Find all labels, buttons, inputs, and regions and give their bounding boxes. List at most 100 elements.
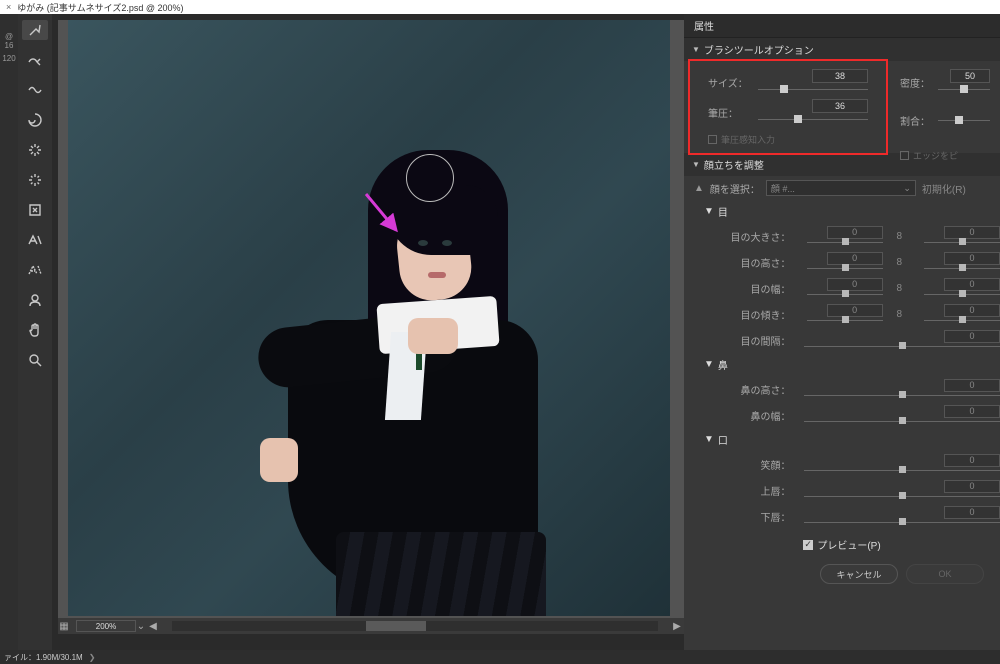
brush-options-title: ブラシツールオプション	[704, 42, 814, 57]
warning-icon: ▲	[694, 183, 704, 194]
eye-width-label: 目の幅：	[724, 281, 799, 296]
dialog-buttons: キャンセル OK	[684, 560, 1000, 596]
eye-width-right-slider[interactable]	[924, 291, 1000, 299]
link-icon[interactable]: 8	[883, 257, 916, 268]
thaw-mask-tool[interactable]	[22, 260, 48, 280]
smile-slider[interactable]	[804, 467, 1000, 475]
file-size-info: ァイル：1.90M/30.1M	[4, 652, 83, 663]
pressure-label: 筆圧：	[708, 105, 758, 120]
rate-slider[interactable]	[938, 116, 990, 126]
document-tab-bar: × ゆがみ (記事サムネサイズ2.psd @ 200%)	[0, 0, 1000, 14]
grid-icon[interactable]: ▦	[58, 621, 70, 632]
preview-label: プレビュー(P)	[817, 537, 880, 552]
panel-title: 属性	[684, 14, 1000, 38]
eye-size-left-slider[interactable]	[807, 239, 883, 247]
density-slider[interactable]	[938, 85, 990, 95]
eye-tilt-right-input[interactable]: 0	[944, 304, 1000, 317]
eye-size-left-input[interactable]: 0	[827, 226, 883, 239]
eye-width-right-input[interactable]: 0	[944, 278, 1000, 291]
lower-lip-slider[interactable]	[804, 519, 1000, 527]
eye-height-left-input[interactable]: 0	[827, 252, 883, 265]
mouth-section: 笑顔： 0 上唇： 0 下唇： 0	[684, 451, 1000, 529]
eye-height-label: 目の高さ：	[724, 255, 799, 270]
rate-label: 割合：	[900, 113, 938, 128]
mouth-section-header[interactable]: ▼口	[684, 428, 1000, 451]
eye-height-right-slider[interactable]	[924, 265, 1000, 273]
brush-options-header[interactable]: ▼ ブラシツールオプション	[684, 38, 1000, 61]
brush-cursor	[406, 154, 454, 202]
smile-label: 笑顔：	[724, 457, 799, 472]
hand-tool[interactable]	[22, 320, 48, 340]
eye-tilt-left-slider[interactable]	[807, 317, 883, 325]
eye-section-header[interactable]: ▼目	[684, 200, 1000, 223]
twirl-tool[interactable]	[22, 110, 48, 130]
push-left-tool[interactable]	[22, 200, 48, 220]
nose-section: 鼻の高さ：0 鼻の幅：0	[684, 376, 1000, 428]
chevron-right-icon[interactable]: ❯	[89, 653, 96, 662]
disclosure-triangle-icon: ▼	[692, 45, 700, 54]
eye-gap-input[interactable]: 0	[944, 330, 1000, 343]
smile-input[interactable]: 0	[944, 454, 1000, 467]
chevron-down-icon: ⌄	[903, 183, 911, 194]
eye-size-right-input[interactable]: 0	[944, 226, 1000, 239]
annotation-arrow	[362, 190, 406, 234]
eye-size-right-slider[interactable]	[924, 239, 1000, 247]
freeze-mask-tool[interactable]	[22, 230, 48, 250]
face-tool[interactable]	[22, 290, 48, 310]
pen-pressure-checkbox[interactable]	[708, 135, 717, 144]
scroll-track[interactable]	[172, 621, 658, 631]
preview-checkbox[interactable]	[803, 540, 813, 550]
face-select-dropdown[interactable]: 顔 #...⌄	[766, 180, 916, 196]
eye-height-left-slider[interactable]	[807, 265, 883, 273]
reset-button[interactable]: 初期化(R)	[922, 181, 966, 196]
edge-pin-label: エッジをピ	[913, 149, 958, 162]
scroll-right-icon[interactable]: ▶	[670, 621, 684, 632]
upper-lip-input[interactable]: 0	[944, 480, 1000, 493]
canvas-area: ▦ 200% ⌄ ◀ ▶	[58, 20, 684, 634]
eye-gap-label: 目の間隔：	[724, 333, 799, 348]
scroll-left-icon[interactable]: ◀	[146, 621, 160, 632]
pucker-tool[interactable]	[22, 140, 48, 160]
forward-warp-tool[interactable]	[22, 20, 48, 40]
link-icon[interactable]: 8	[883, 283, 916, 294]
pressure-input[interactable]: 36	[812, 99, 868, 113]
face-select-label: 顔を選択：	[710, 181, 760, 196]
size-input[interactable]: 38	[812, 69, 868, 83]
nose-width-input[interactable]: 0	[944, 405, 1000, 418]
zoom-dropdown-icon[interactable]: ⌄	[136, 621, 146, 632]
upper-lip-label: 上唇：	[724, 483, 799, 498]
ok-button[interactable]: OK	[906, 564, 984, 584]
density-input[interactable]: 50	[950, 69, 990, 83]
size-slider[interactable]	[758, 85, 868, 95]
canvas[interactable]	[68, 20, 670, 616]
pressure-slider[interactable]	[758, 115, 868, 125]
eye-width-left-input[interactable]: 0	[827, 278, 883, 291]
eye-width-left-slider[interactable]	[807, 291, 883, 299]
upper-lip-slider[interactable]	[804, 493, 1000, 501]
horizontal-scrollbar[interactable]: ▦ 200% ⌄ ◀ ▶	[58, 618, 684, 634]
link-icon[interactable]: 8	[883, 309, 916, 320]
lower-lip-label: 下唇：	[724, 509, 799, 524]
link-icon[interactable]: 8	[883, 231, 916, 242]
nose-width-label: 鼻の幅：	[724, 408, 799, 423]
bloat-tool[interactable]	[22, 170, 48, 190]
eye-size-label: 目の大きさ：	[724, 229, 799, 244]
nose-section-header[interactable]: ▼鼻	[684, 353, 1000, 376]
lower-lip-input[interactable]: 0	[944, 506, 1000, 519]
tab-close-icon[interactable]: ×	[6, 2, 11, 12]
eye-tilt-left-input[interactable]: 0	[827, 304, 883, 317]
cancel-button[interactable]: キャンセル	[820, 564, 898, 584]
reconstruct-tool[interactable]	[22, 50, 48, 70]
zoom-field[interactable]: 200%	[76, 620, 136, 632]
scroll-thumb[interactable]	[366, 621, 426, 631]
nose-height-slider[interactable]	[804, 392, 1000, 400]
nose-height-input[interactable]: 0	[944, 379, 1000, 392]
eye-tilt-right-slider[interactable]	[924, 317, 1000, 325]
eye-gap-slider[interactable]	[804, 343, 1000, 351]
eye-height-right-input[interactable]: 0	[944, 252, 1000, 265]
edge-pin-checkbox[interactable]	[900, 151, 909, 160]
zoom-tool[interactable]	[22, 350, 48, 370]
nose-width-slider[interactable]	[804, 418, 1000, 426]
smooth-tool[interactable]	[22, 80, 48, 100]
face-adjust-title: 顔立ちを調整	[704, 157, 764, 172]
